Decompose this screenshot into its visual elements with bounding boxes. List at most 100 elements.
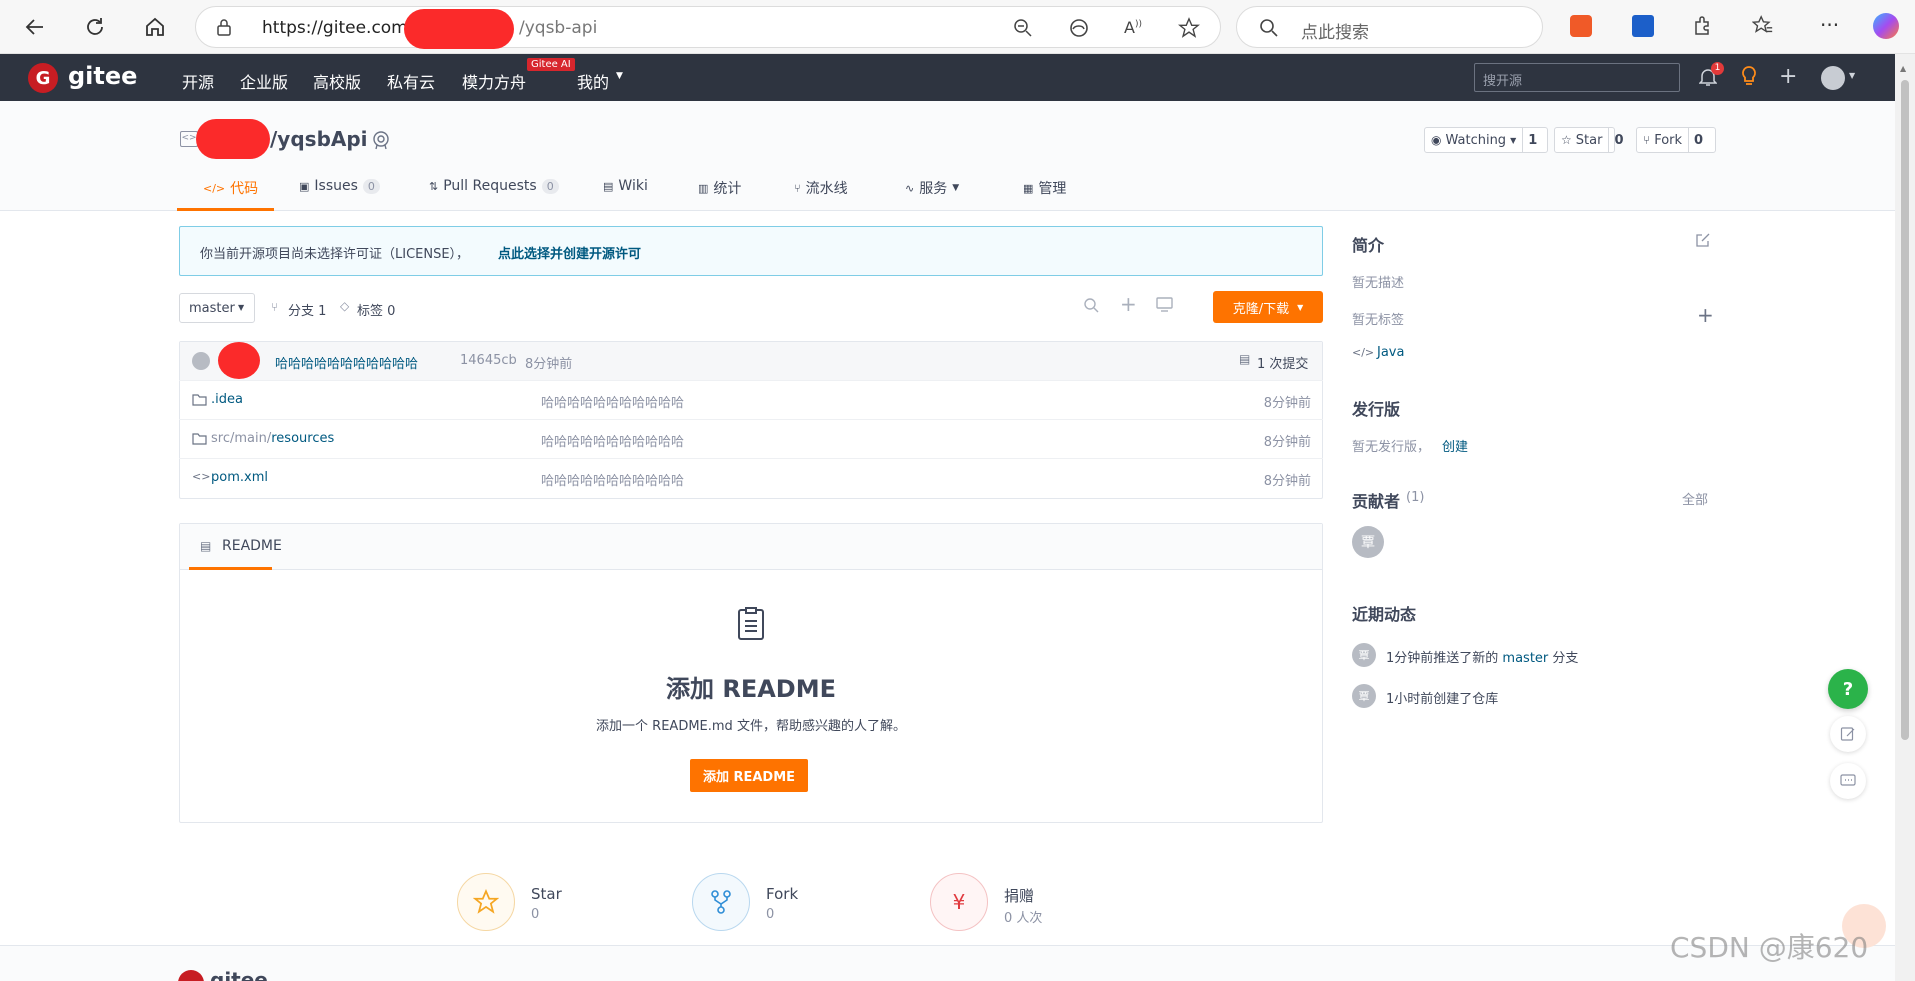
read-aloud-icon[interactable]: A))	[1124, 18, 1142, 37]
add-readme-button[interactable]: 添加 README	[690, 759, 808, 792]
file-commit-message[interactable]: 哈哈哈哈哈哈哈哈哈哈哈	[541, 431, 684, 450]
license-link[interactable]: 点此选择并创建开源许可	[498, 243, 641, 262]
watch-button[interactable]: ◉ Watching ▼ 1	[1424, 127, 1548, 153]
scrollbar-thumb[interactable]	[1901, 80, 1909, 740]
branch-select[interactable]: master ▼	[179, 293, 255, 323]
branch-icon: ⑂	[271, 300, 279, 314]
tab-manage[interactable]: ▦ 管理	[1023, 178, 1066, 198]
more-icon[interactable]: ···	[1820, 15, 1839, 35]
add-file-icon[interactable]: +	[1120, 292, 1137, 316]
plus-icon[interactable]: +	[1779, 64, 1797, 89]
nav-private-cloud[interactable]: 私有云	[387, 69, 435, 93]
intro-title: 简介	[1352, 236, 1385, 255]
chevron-down-icon: ▼	[952, 183, 960, 193]
language-link[interactable]: Java	[1377, 345, 1404, 360]
gitee-ai-badge[interactable]: Gitee AI	[527, 58, 575, 71]
edit-icon[interactable]	[1695, 232, 1711, 248]
readme-panel: ▤ README 添加 README 添加一个 README.md 文件，帮助感…	[179, 523, 1323, 823]
file-name[interactable]: pom.xml	[211, 470, 268, 485]
copilot-icon[interactable]	[1873, 13, 1899, 39]
back-icon[interactable]	[20, 12, 50, 42]
chat-icon[interactable]	[1830, 763, 1866, 799]
donate-stat-icon[interactable]: ¥	[930, 873, 988, 931]
scroll-up-icon[interactable]: ▲	[1900, 64, 1906, 73]
nav-enterprise[interactable]: 企业版	[240, 69, 288, 93]
file-commit-message[interactable]: 哈哈哈哈哈哈哈哈哈哈哈	[541, 470, 684, 489]
latest-commit-bar: 哈哈哈哈哈哈哈哈哈哈哈 14645cb 8分钟前 ▤ 1 次提交	[180, 342, 1322, 380]
tab-services[interactable]: ∿ 服务 ▼	[905, 178, 959, 198]
activity-branch-link[interactable]: master	[1502, 651, 1548, 666]
commit-hash[interactable]: 14645cb	[460, 353, 517, 368]
clone-download-button[interactable]: 克隆/下载 ▼	[1213, 291, 1323, 323]
readme-tab-indicator	[189, 567, 272, 570]
nav-education[interactable]: 高校版	[313, 69, 361, 93]
code-icon: </>	[203, 181, 226, 195]
star-button[interactable]: ☆ Star 0	[1554, 127, 1623, 153]
help-button[interactable]: ?	[1828, 669, 1868, 709]
file-row[interactable]: src/main/resources 哈哈哈哈哈哈哈哈哈哈哈 8分钟前	[179, 419, 1323, 458]
file-row[interactable]: .idea 哈哈哈哈哈哈哈哈哈哈哈 8分钟前	[179, 380, 1323, 419]
tab-issues[interactable]: ▣ Issues 0	[299, 178, 380, 194]
donate-stat-label[interactable]: 捐赠	[1004, 885, 1034, 906]
branches-link[interactable]: 分支 1	[288, 300, 326, 319]
tab-pipeline[interactable]: ⑂ 流水线	[794, 178, 848, 198]
tab-code[interactable]: </> 代码	[203, 178, 258, 198]
contributor-avatar[interactable]: 覃	[1352, 526, 1384, 558]
committer-avatar[interactable]	[192, 352, 210, 370]
activity-avatar[interactable]: 覃	[1352, 643, 1376, 667]
extensions-icon[interactable]	[1692, 14, 1714, 36]
lightbulb-icon[interactable]	[1740, 65, 1758, 89]
fork-stat-icon[interactable]	[692, 873, 750, 931]
favorites-icon[interactable]	[1752, 14, 1774, 36]
nav-mine[interactable]: 我的	[577, 69, 609, 93]
edge-icon[interactable]	[1069, 18, 1089, 38]
contributors-all-link[interactable]: 全部	[1682, 489, 1708, 508]
tab-wiki[interactable]: ▤ Wiki	[603, 178, 648, 194]
create-release-link[interactable]: 创建	[1442, 436, 1468, 455]
tab-stats[interactable]: ▥ 统计	[698, 178, 741, 198]
star-stat-icon[interactable]	[457, 873, 515, 931]
search-icon[interactable]	[1083, 297, 1099, 313]
address-bar[interactable]: https://gitee.com /yqsb-api A))	[195, 6, 1221, 49]
tab-pull-requests[interactable]: ⇅ Pull Requests 0	[429, 178, 559, 194]
home-icon[interactable]	[140, 12, 170, 42]
gitee-logo-icon[interactable]: G	[28, 63, 58, 93]
gitee-search-placeholder: 搜开源	[1483, 74, 1523, 89]
tags-link[interactable]: 标签 0	[357, 300, 395, 319]
file-row[interactable]: <> pom.xml 哈哈哈哈哈哈哈哈哈哈哈 8分钟前	[179, 458, 1323, 497]
activity-avatar[interactable]: 覃	[1352, 684, 1376, 708]
add-tag-icon[interactable]: +	[1697, 303, 1714, 327]
file-name[interactable]: src/main/resources	[211, 431, 334, 446]
fork-stat-label[interactable]: Fork	[766, 885, 798, 903]
zoom-out-icon[interactable]	[1013, 18, 1033, 38]
lock-icon[interactable]	[216, 18, 232, 36]
star-icon: ☆	[1561, 133, 1572, 147]
no-description: 暂无描述	[1352, 276, 1405, 291]
fork-button[interactable]: ⑂ Fork 0	[1636, 127, 1716, 153]
file-commit-message[interactable]: 哈哈哈哈哈哈哈哈哈哈哈	[541, 392, 684, 411]
clone-label: 克隆/下载	[1232, 301, 1290, 317]
user-avatar[interactable]	[1821, 66, 1845, 90]
extension-icon[interactable]	[1570, 15, 1592, 37]
repo-name[interactable]: /yqsbApi	[270, 127, 368, 151]
refresh-icon[interactable]	[80, 12, 110, 42]
browser-search[interactable]: 点此搜索	[1236, 6, 1543, 48]
nav-opensource[interactable]: 开源	[182, 69, 214, 93]
star-stat-label[interactable]: Star	[531, 885, 562, 903]
tools-extension-icon[interactable]	[1632, 15, 1654, 37]
csdn-watermark: CSDN @康620	[1670, 931, 1869, 964]
commit-message[interactable]: 哈哈哈哈哈哈哈哈哈哈哈	[275, 353, 418, 372]
feedback-edit-icon[interactable]	[1830, 716, 1866, 752]
scrollbar-track[interactable]: ▲	[1895, 54, 1915, 981]
readme-file-icon: ▤	[200, 539, 212, 553]
readme-tab[interactable]: README	[222, 538, 282, 554]
gitee-search-input[interactable]: 搜开源	[1474, 63, 1680, 92]
gitee-logo-text[interactable]: gitee	[68, 62, 137, 90]
badge-icon[interactable]	[371, 130, 391, 150]
commit-count[interactable]: 1 次提交	[1257, 353, 1308, 372]
favorite-star-icon[interactable]	[1178, 17, 1200, 39]
contributors-count: (1)	[1406, 490, 1425, 505]
web-ide-icon[interactable]	[1156, 297, 1173, 312]
nav-moli[interactable]: 模力方舟	[462, 69, 526, 93]
file-name[interactable]: .idea	[211, 392, 243, 407]
